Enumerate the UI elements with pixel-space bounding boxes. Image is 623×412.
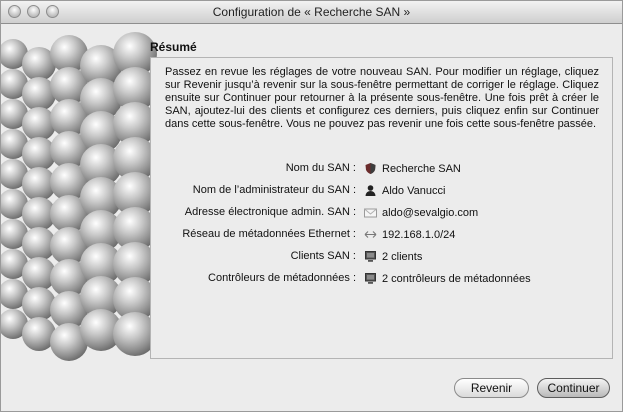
san-shield-icon (364, 162, 377, 175)
minimize-button[interactable] (27, 5, 40, 18)
row-san-name: Nom du SAN : Recherche SAN (151, 162, 614, 178)
setup-window: Configuration de « Recherche SAN » Résum… (0, 0, 623, 412)
row-metadata-network: Réseau de métadonnées Ethernet : 192.168… (151, 228, 614, 244)
mail-icon (364, 206, 377, 219)
row-san-clients: Clients SAN : 2 clients (151, 250, 614, 266)
close-button[interactable] (8, 5, 21, 18)
san-name-value: Recherche SAN (382, 162, 461, 175)
metadata-controllers-value: 2 contrôleurs de métadonnées (382, 272, 531, 285)
xsan-spheres-artwork (1, 24, 161, 369)
admin-email-label: Adresse électronique admin. SAN : (184, 206, 356, 218)
admin-email-value: aldo@sevalgio.com (382, 206, 479, 219)
summary-intro-text: Passez en revue les réglages de votre no… (165, 66, 599, 130)
row-metadata-controllers: Contrôleurs de métadonnées : 2 contrôleu… (151, 272, 614, 288)
network-arrows-icon (364, 228, 377, 241)
admin-name-value: Aldo Vanucci (382, 184, 446, 197)
zoom-button[interactable] (46, 5, 59, 18)
computer-icon (364, 250, 377, 263)
back-button[interactable]: Revenir (454, 378, 529, 398)
metadata-network-value: 192.168.1.0/24 (382, 228, 456, 241)
admin-name-label: Nom de l’administrateur du SAN : (192, 184, 356, 196)
computer-icon (364, 272, 377, 285)
metadata-controllers-label: Contrôleurs de métadonnées : (208, 272, 356, 284)
row-admin-name: Nom de l’administrateur du SAN : Aldo Va… (151, 184, 614, 200)
user-icon (364, 184, 377, 197)
title-bar[interactable]: Configuration de « Recherche SAN » (1, 1, 622, 24)
summary-panel: Passez en revue les réglages de votre no… (150, 57, 613, 359)
sphere-shape (22, 287, 56, 321)
summary-heading: Résumé (150, 40, 197, 54)
san-name-label: Nom du SAN : (285, 162, 356, 174)
metadata-network-label: Réseau de métadonnées Ethernet : (182, 228, 356, 240)
sphere-shape (22, 107, 56, 141)
san-clients-value: 2 clients (382, 250, 423, 263)
san-clients-label: Clients SAN : (290, 250, 356, 262)
continue-button[interactable]: Continuer (537, 378, 610, 398)
row-admin-email: Adresse électronique admin. SAN : aldo@s… (151, 206, 614, 222)
window-title: Configuration de « Recherche SAN » (212, 5, 411, 19)
